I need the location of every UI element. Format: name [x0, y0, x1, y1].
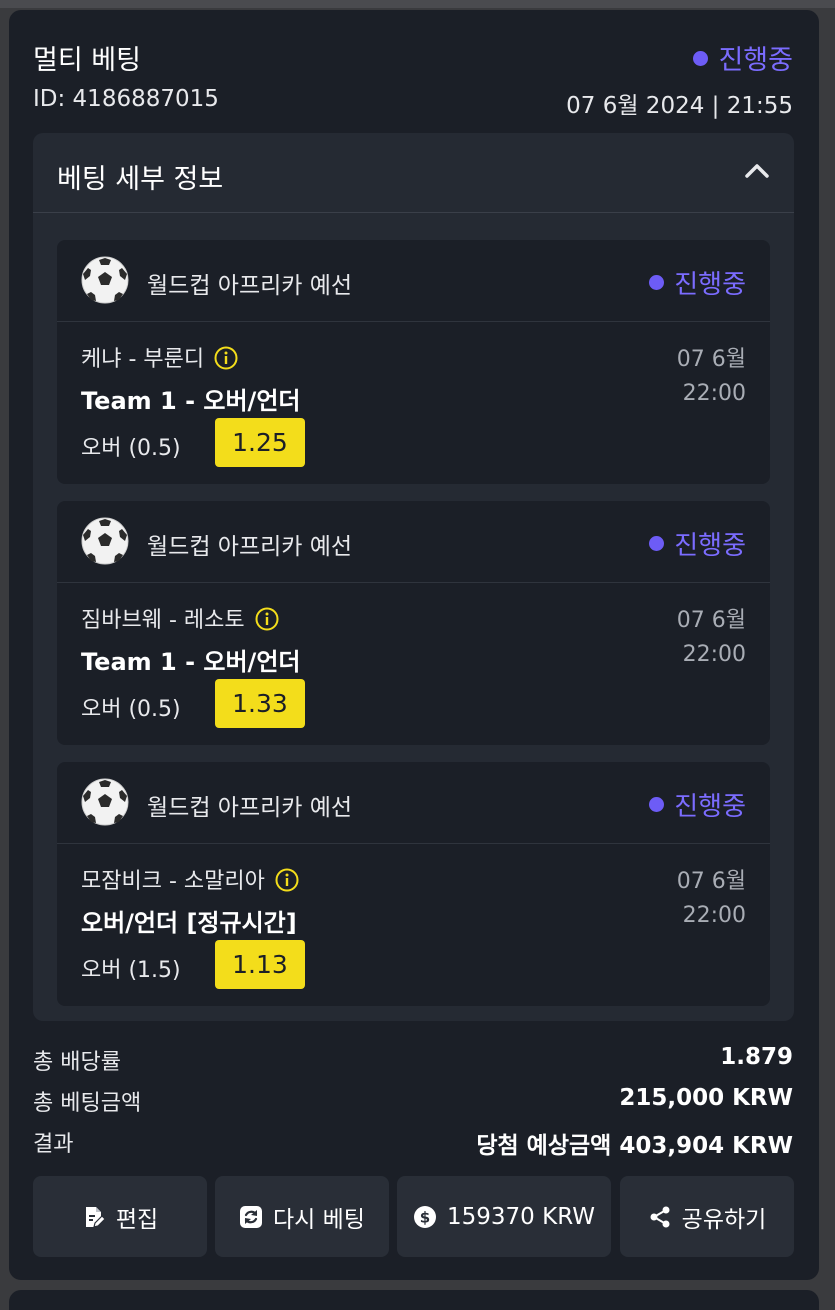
total-stake-value: 215,000 KRW: [619, 1085, 793, 1111]
result-value: 당첨 예상금액 403,904 KRW: [476, 1133, 793, 1159]
league-name: 월드컵 아프리카 예선: [147, 273, 353, 299]
rebet-button[interactable]: 다시 베팅: [215, 1176, 389, 1257]
bet-selection: 월드컵 아프리카 예선 진행중 모잠비크 - 소말리아 오버/언더 [정규시간]…: [57, 762, 770, 1006]
bet-id: ID: 4186887015: [33, 86, 219, 112]
bet-details-title: 베팅 세부 정보: [57, 164, 224, 195]
edit-document-icon: [85, 1206, 106, 1228]
share-button[interactable]: 공유하기: [620, 1176, 794, 1257]
edit-button-label: 편집: [115, 1206, 159, 1233]
total-odds-value: 1.879: [720, 1044, 793, 1070]
match-teams: 짐바브웨 - 레소토: [81, 602, 279, 634]
refresh-icon: [240, 1205, 263, 1228]
status-dot-icon: [649, 536, 665, 551]
multi-bet-card: 멀티 베팅 진행중 ID: 4186887015 07 6월 2024 | 21…: [9, 10, 819, 1280]
cashout-button[interactable]: $ 159370 KRW: [397, 1176, 611, 1257]
match-teams-label: 짐바브웨 - 레소토: [81, 608, 245, 633]
info-icon[interactable]: [255, 607, 279, 631]
event-date: 07 6월: [676, 869, 746, 894]
selection-pick: 오버 (0.5): [81, 436, 181, 461]
svg-text:$: $: [420, 1208, 430, 1226]
market-name: Team 1 - 오버/언더: [81, 387, 301, 415]
match-teams-label: 모잠비크 - 소말리아: [81, 869, 265, 894]
status-dot-icon: [693, 51, 709, 66]
selection-pick: 오버 (0.5): [81, 697, 181, 722]
match-teams: 모잠비크 - 소말리아: [81, 863, 299, 895]
status-dot-icon: [649, 797, 665, 812]
selection-status-label: 진행중: [674, 792, 746, 822]
next-card-peek: [9, 1290, 819, 1310]
league-name: 월드컵 아프리카 예선: [147, 534, 353, 560]
bet-selection-header: 월드컵 아프리카 예선 진행중: [57, 240, 770, 322]
top-divider: [0, 0, 835, 8]
info-icon[interactable]: [214, 346, 238, 370]
soccer-ball-icon: [81, 256, 129, 304]
market-name: 오버/언더 [정규시간]: [81, 909, 297, 937]
match-teams-label: 케냐 - 부룬디: [81, 347, 205, 372]
market-name: Team 1 - 오버/언더: [81, 648, 301, 676]
result-label: 결과: [33, 1132, 74, 1157]
event-time: 22:00: [682, 642, 746, 667]
selection-status: 진행중: [649, 525, 746, 562]
share-button-label: 공유하기: [681, 1206, 767, 1233]
selection-status: 진행중: [649, 786, 746, 823]
bet-status-label: 진행중: [718, 45, 793, 76]
selection-status-label: 진행중: [674, 531, 746, 561]
match-teams: 케냐 - 부룬디: [81, 341, 238, 373]
selection-pick: 오버 (1.5): [81, 958, 181, 983]
event-time: 22:00: [682, 381, 746, 406]
bet-details-header[interactable]: 베팅 세부 정보: [33, 133, 794, 213]
bet-selection-header: 월드컵 아프리카 예선 진행중: [57, 762, 770, 844]
odds-badge: 1.13: [215, 940, 305, 989]
cashout-amount: 159370 KRW: [447, 1203, 595, 1230]
bet-selection-header: 월드컵 아프리카 예선 진행중: [57, 501, 770, 583]
bet-selection: 월드컵 아프리카 예선 진행중 짐바브웨 - 레소토 Team 1 - 오버/언…: [57, 501, 770, 745]
league-name: 월드컵 아프리카 예선: [147, 795, 353, 821]
total-stake-label: 총 베팅금액: [33, 1091, 142, 1116]
odds-badge: 1.33: [215, 679, 305, 728]
soccer-ball-icon: [81, 778, 129, 826]
event-time: 22:00: [682, 903, 746, 928]
total-odds-label: 총 배당률: [33, 1050, 121, 1075]
event-date: 07 6월: [676, 347, 746, 372]
edit-button[interactable]: 편집: [33, 1176, 207, 1257]
info-icon[interactable]: [275, 868, 299, 892]
status-dot-icon: [649, 275, 665, 290]
share-icon: [650, 1206, 670, 1227]
odds-badge: 1.25: [215, 418, 305, 467]
bet-details-panel: 베팅 세부 정보 월드컵 아프리카 예선 진행중 케냐 - 부룬디 Team 1: [33, 133, 794, 1021]
chevron-up-icon[interactable]: [744, 161, 770, 181]
bet-datetime: 07 6월 2024 | 21:55: [566, 93, 793, 119]
selection-status-label: 진행중: [674, 270, 746, 300]
bet-selection: 월드컵 아프리카 예선 진행중 케냐 - 부룬디 Team 1 - 오버/언더 …: [57, 240, 770, 484]
bet-status: 진행중: [693, 38, 793, 77]
rebet-button-label: 다시 베팅: [273, 1206, 365, 1233]
bet-type-title: 멀티 베팅: [33, 45, 141, 76]
dollar-coin-icon: $: [414, 1205, 436, 1228]
soccer-ball-icon: [81, 517, 129, 565]
event-date: 07 6월: [676, 608, 746, 633]
selection-status: 진행중: [649, 264, 746, 301]
